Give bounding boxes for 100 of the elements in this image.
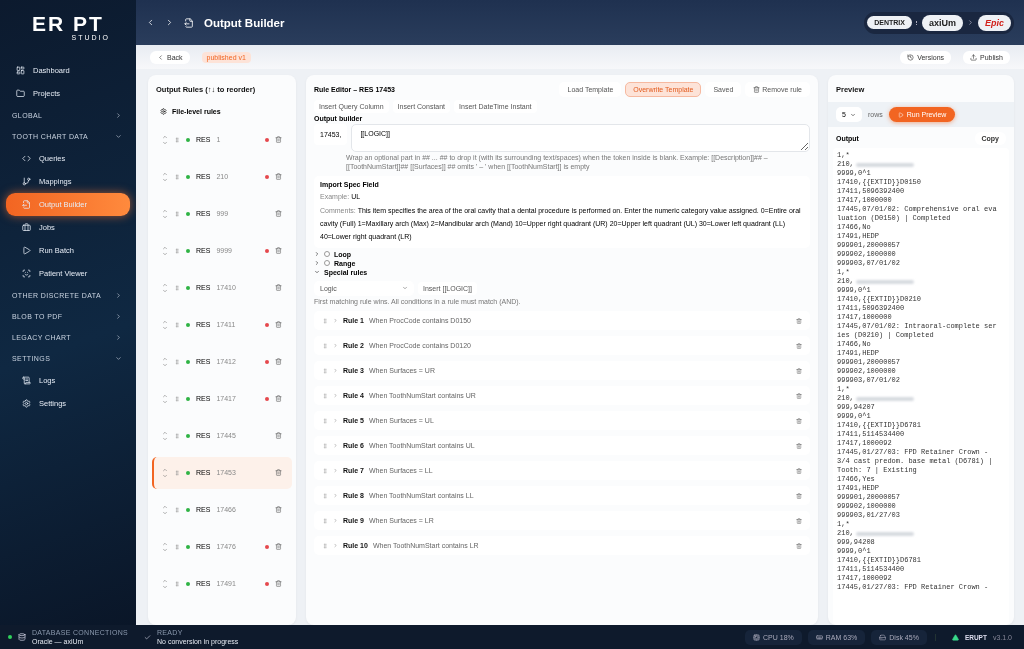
delete-icon[interactable] xyxy=(275,543,282,550)
chevron-right-icon[interactable] xyxy=(333,418,338,424)
drag-handle-icon[interactable] xyxy=(174,210,180,217)
redaction-bar xyxy=(855,279,914,284)
redaction-bar xyxy=(855,531,914,536)
delete-icon[interactable] xyxy=(275,210,282,217)
nav-item-icon xyxy=(22,269,31,278)
meter-icon xyxy=(879,633,887,641)
delete-icon[interactable] xyxy=(796,417,802,424)
delete-icon[interactable] xyxy=(275,173,282,180)
delete-icon[interactable] xyxy=(796,392,802,399)
nav-item-icon xyxy=(22,177,31,186)
chevron-right-icon xyxy=(115,112,122,119)
chevron-left-icon xyxy=(157,53,164,61)
nav-item-icon xyxy=(22,223,31,232)
chevron-right-icon[interactable] xyxy=(333,518,338,524)
delete-icon[interactable] xyxy=(275,469,282,476)
drag-handle-icon[interactable] xyxy=(322,342,328,349)
triangle-icon xyxy=(951,633,959,641)
nav-item-icon xyxy=(16,89,25,98)
nav-item-icon xyxy=(16,66,25,75)
drag-handle-icon[interactable] xyxy=(174,284,180,291)
redaction-bar xyxy=(855,162,914,167)
chevron-right-icon[interactable] xyxy=(314,251,320,258)
page-title: Output Builder xyxy=(204,16,286,29)
delete-icon[interactable] xyxy=(796,317,802,324)
drag-handle-icon[interactable] xyxy=(322,467,328,474)
delete-icon[interactable] xyxy=(796,492,802,499)
delete-icon[interactable] xyxy=(275,136,282,143)
nav-item-icon xyxy=(22,399,31,408)
delete-icon[interactable] xyxy=(796,342,802,349)
drag-handle-icon[interactable] xyxy=(174,173,180,180)
drag-handle-icon[interactable] xyxy=(174,543,180,550)
chevron-right-icon xyxy=(115,313,122,320)
drag-handle-icon[interactable] xyxy=(322,517,328,524)
gear-icon xyxy=(160,108,167,115)
drag-handle-icon[interactable] xyxy=(322,417,328,424)
chevron-right-icon[interactable] xyxy=(333,318,338,324)
check-icon xyxy=(144,633,151,641)
drag-handle-icon[interactable] xyxy=(174,469,180,476)
option-checkbox[interactable] xyxy=(324,251,330,258)
delete-icon[interactable] xyxy=(275,395,282,402)
drag-handle-icon[interactable] xyxy=(322,442,328,449)
redaction-bar xyxy=(855,396,914,401)
chevron-right-icon[interactable] xyxy=(333,343,338,349)
meter-icon xyxy=(753,633,761,641)
chevron-right-icon[interactable] xyxy=(333,393,338,399)
delete-icon[interactable] xyxy=(275,321,282,328)
chevron-down-icon xyxy=(115,355,122,362)
chevron-right-icon[interactable] xyxy=(333,468,338,474)
drag-handle-icon[interactable] xyxy=(174,321,180,328)
drag-handle-icon[interactable] xyxy=(322,367,328,374)
chevron-right-icon[interactable] xyxy=(333,543,338,549)
option-checkbox[interactable] xyxy=(324,260,330,267)
chevron-right-icon xyxy=(115,292,122,299)
chevron-right-icon[interactable] xyxy=(333,493,338,499)
delete-icon[interactable] xyxy=(796,542,802,549)
drag-handle-icon[interactable] xyxy=(322,392,328,399)
upload-icon xyxy=(970,53,978,61)
drag-handle-icon[interactable] xyxy=(174,395,180,402)
nav-item-icon xyxy=(22,200,31,209)
drag-handle-icon[interactable] xyxy=(322,542,328,549)
delete-icon[interactable] xyxy=(275,247,282,254)
delete-icon[interactable] xyxy=(275,358,282,365)
drag-handle-icon[interactable] xyxy=(174,136,180,143)
page-icon xyxy=(184,17,194,28)
chevron-right-icon[interactable] xyxy=(333,368,338,374)
delete-icon[interactable] xyxy=(275,284,282,291)
chevron-down-icon xyxy=(115,133,122,140)
history-icon xyxy=(907,53,915,61)
delete-icon[interactable] xyxy=(796,367,802,374)
drag-handle-icon[interactable] xyxy=(174,506,180,513)
drag-handle-icon[interactable] xyxy=(174,432,180,439)
delete-icon[interactable] xyxy=(275,580,282,587)
source-logo: axiUm xyxy=(921,14,963,31)
brand-logo: ER PT xyxy=(32,12,104,35)
delete-icon[interactable] xyxy=(796,517,802,524)
chevron-right-icon[interactable] xyxy=(333,443,338,449)
chevron-right-icon xyxy=(115,334,122,341)
drag-handle-icon[interactable] xyxy=(322,492,328,499)
drag-handle-icon[interactable] xyxy=(322,317,328,324)
delete-icon[interactable] xyxy=(796,467,802,474)
drag-handle-icon[interactable] xyxy=(174,358,180,365)
delete-icon[interactable] xyxy=(796,442,802,449)
nav-item-icon xyxy=(22,376,31,385)
play-icon xyxy=(897,111,904,118)
nav-item-icon xyxy=(22,154,31,163)
trash-icon xyxy=(753,86,761,93)
nav-item-icon xyxy=(22,246,31,255)
chevron-right-icon[interactable] xyxy=(314,260,320,267)
drag-handle-icon[interactable] xyxy=(174,247,180,254)
delete-icon[interactable] xyxy=(275,432,282,439)
chevron-right-icon xyxy=(967,19,974,26)
target-logo: Epic xyxy=(978,14,1011,31)
drag-handle-icon[interactable] xyxy=(174,580,180,587)
database-icon xyxy=(18,633,26,641)
chevron-down-icon[interactable] xyxy=(314,269,320,276)
chevron-down-icon xyxy=(402,285,408,292)
delete-icon[interactable] xyxy=(275,506,282,513)
meter-icon xyxy=(815,633,823,641)
